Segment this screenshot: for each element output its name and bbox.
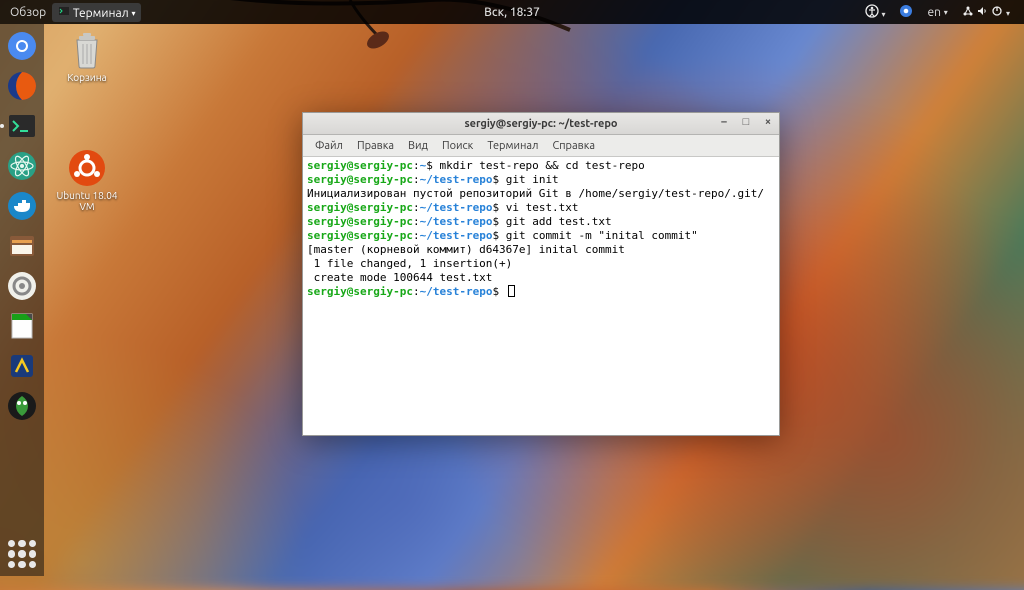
apps-grid-button[interactable] <box>8 540 36 568</box>
top-panel: Обзор Терминал ▾ Вск, 18:37 ▾ en ▾ ▾ <box>0 0 1024 24</box>
volume-icon <box>976 5 988 17</box>
trash-icon <box>67 30 107 70</box>
window-close-button[interactable]: × <box>761 115 775 129</box>
browser-indicator-icon[interactable] <box>899 4 913 21</box>
activities-button[interactable]: Обзор <box>6 6 50 19</box>
system-tray[interactable]: ▾ <box>962 5 1010 20</box>
menu-file[interactable]: Файл <box>309 138 349 154</box>
dock-settings[interactable] <box>4 268 40 304</box>
menu-terminal[interactable]: Терминал <box>481 138 544 154</box>
network-icon <box>962 5 974 17</box>
menu-help[interactable]: Справка <box>547 138 602 154</box>
terminal-icon <box>58 5 70 17</box>
menu-search[interactable]: Поиск <box>436 138 479 154</box>
dock-chromium[interactable] <box>4 28 40 64</box>
dock-terminal[interactable] <box>4 108 40 144</box>
terminal-cursor <box>508 285 515 297</box>
desktop-trash-label: Корзина <box>52 72 122 83</box>
window-title: sergiy@sergiy-pc: ~/test-repo <box>464 118 617 130</box>
dock-firefox[interactable] <box>4 68 40 104</box>
dock-files[interactable] <box>4 228 40 264</box>
window-titlebar[interactable]: sergiy@sergiy-pc: ~/test-repo – □ × <box>303 113 779 135</box>
accessibility-icon[interactable]: ▾ <box>865 4 886 21</box>
power-icon <box>991 5 1003 17</box>
keyboard-layout[interactable]: en ▾ <box>927 6 947 19</box>
dock-app[interactable] <box>4 388 40 424</box>
terminal-menubar: Файл Правка Вид Поиск Терминал Справка <box>303 135 779 157</box>
terminal-window: sergiy@sergiy-pc: ~/test-repo – □ × Файл… <box>302 112 780 436</box>
window-minimize-button[interactable]: – <box>717 115 731 129</box>
window-maximize-button[interactable]: □ <box>739 115 753 129</box>
terminal-output[interactable]: sergiy@sergiy-pc:~$ mkdir test-repo && c… <box>303 157 779 435</box>
chevron-down-icon: ▾ <box>131 9 135 18</box>
dock <box>0 24 44 576</box>
app-menu-label: Терминал <box>73 7 129 20</box>
app-menu[interactable]: Терминал ▾ <box>52 3 141 22</box>
dock-libreoffice[interactable] <box>4 308 40 344</box>
dock-virtualbox[interactable] <box>4 348 40 384</box>
menu-view[interactable]: Вид <box>402 138 434 154</box>
ubuntu-icon <box>67 148 107 188</box>
clock[interactable]: Вск, 18:37 <box>484 6 540 19</box>
desktop-ubuntu-vm[interactable]: Ubuntu 18.04 VM <box>52 148 122 212</box>
menu-edit[interactable]: Правка <box>351 138 400 154</box>
dock-atom[interactable] <box>4 148 40 184</box>
dock-docker[interactable] <box>4 188 40 224</box>
desktop-trash[interactable]: Корзина <box>52 30 122 83</box>
desktop-ubuntu-label: Ubuntu 18.04 VM <box>52 190 122 212</box>
